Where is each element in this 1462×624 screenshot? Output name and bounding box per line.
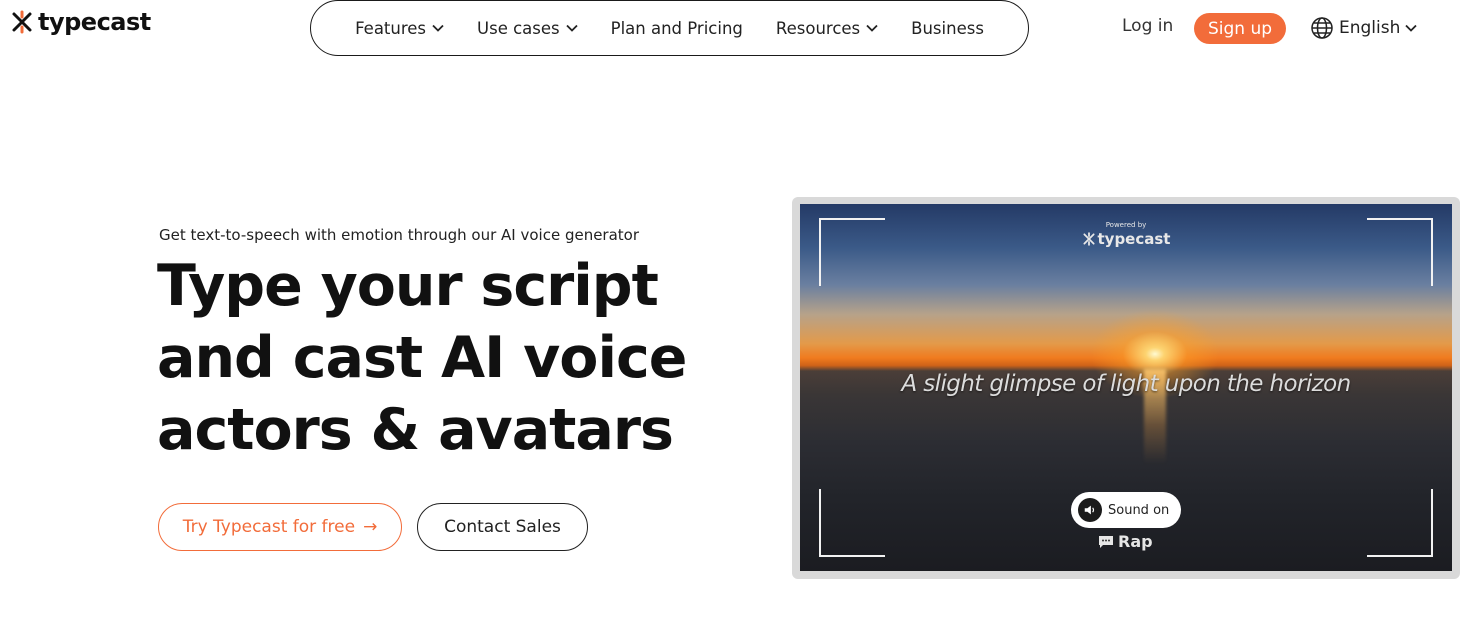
nav-plan-pricing[interactable]: Plan and Pricing [611, 19, 743, 38]
nav-business-label: Business [911, 18, 984, 38]
signup-button[interactable]: Sign up [1194, 13, 1286, 44]
language-label: English [1339, 18, 1401, 38]
logo-text: typecast [38, 8, 151, 36]
typecast-logo-icon [1082, 232, 1095, 246]
chat-bubble-icon [1099, 535, 1113, 548]
nav-use-cases-label: Use cases [477, 18, 560, 38]
headline-line-2: and cast AI voice [157, 325, 687, 391]
typecast-logo-icon [12, 10, 32, 34]
headline-line-3: actors & avatars [157, 397, 674, 463]
powered-brand-text: typecast [1097, 230, 1171, 248]
chevron-down-icon [1405, 24, 1418, 32]
powered-brand: typecast [1076, 230, 1176, 248]
voice-style-label: Rap [1118, 532, 1153, 551]
powered-by-text: Powered by [1105, 221, 1147, 229]
chevron-down-icon [866, 24, 878, 32]
language-selector[interactable]: English [1310, 16, 1418, 40]
frame-corner-top-left [819, 218, 885, 286]
video-caption: A slight glimpse of light upon the horiz… [901, 371, 1351, 397]
main-nav: Features Use cases Plan and Pricing Reso… [310, 0, 1029, 56]
arrow-right-icon: → [363, 517, 378, 537]
sound-on-button[interactable]: Sound on [1071, 492, 1181, 528]
frame-corner-bottom-right [1367, 489, 1433, 557]
powered-by-badge: Powered by typecast [1076, 221, 1176, 248]
frame-corner-bottom-left [819, 489, 885, 557]
nav-features-label: Features [355, 18, 427, 38]
voice-style-tag: Rap [1098, 532, 1153, 551]
nav-use-cases[interactable]: Use cases [477, 19, 578, 38]
login-link[interactable]: Log in [1122, 16, 1173, 36]
hero-headline: Type your script and cast AI voice actor… [157, 250, 757, 466]
nav-plan-pricing-label: Plan and Pricing [610, 18, 743, 38]
nav-resources-label: Resources [775, 18, 861, 38]
contact-sales-button[interactable]: Contact Sales [417, 503, 588, 551]
hero-subtitle: Get text-to-speech with emotion through … [159, 226, 640, 244]
nav-resources[interactable]: Resources [776, 19, 878, 38]
frame-corner-top-right [1367, 218, 1433, 286]
nav-business[interactable]: Business [911, 19, 984, 38]
demo-video[interactable]: Powered by typecast A slight glimpse of … [800, 204, 1452, 571]
try-free-button[interactable]: Try Typecast for free → [158, 503, 402, 551]
speaker-icon [1078, 498, 1102, 522]
globe-icon [1311, 17, 1333, 39]
try-free-label: Try Typecast for free [182, 517, 356, 537]
chevron-down-icon [566, 24, 578, 32]
nav-features[interactable]: Features [355, 19, 444, 38]
chevron-down-icon [432, 24, 444, 32]
sound-on-label: Sound on [1108, 502, 1170, 518]
headline-line-1: Type your script [157, 253, 659, 319]
typecast-logo[interactable]: typecast [10, 10, 151, 34]
